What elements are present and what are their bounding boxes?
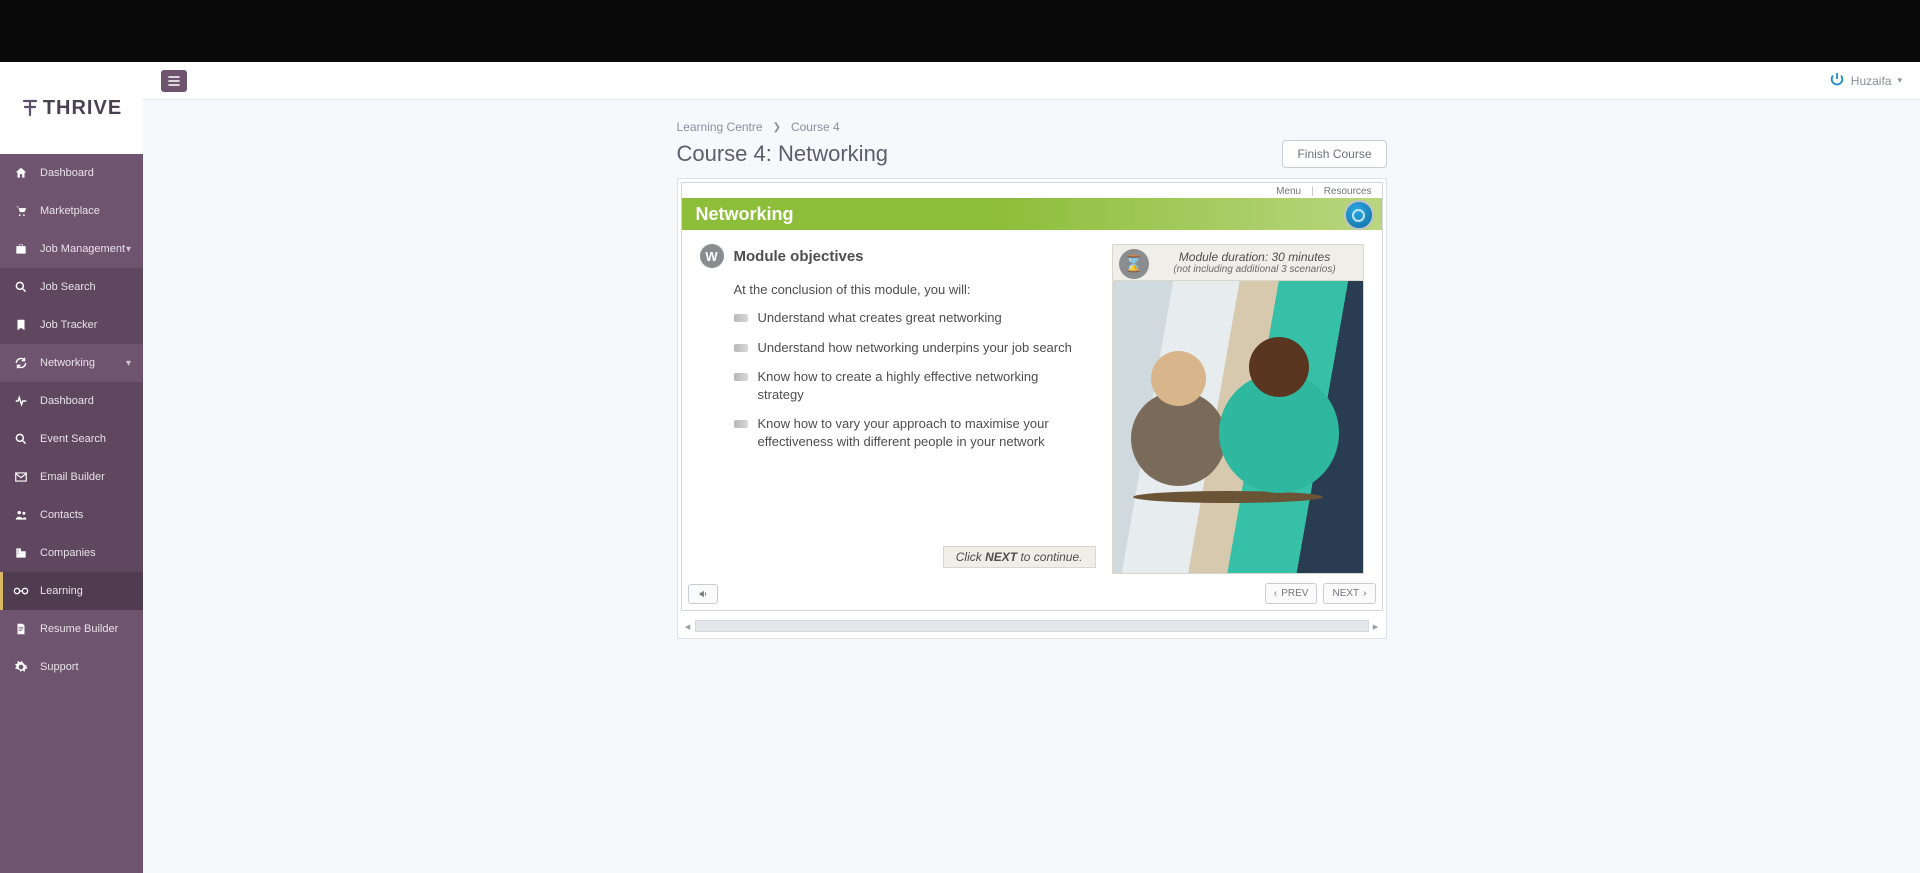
- mail-icon: [12, 468, 30, 486]
- hamburger-icon: [168, 76, 180, 86]
- sidebar-item-contacts[interactable]: Contacts: [0, 496, 143, 534]
- course-player-frame: Menu | Resources Networking W Module obj…: [677, 178, 1387, 639]
- module-title: Module objectives: [734, 248, 864, 265]
- breadcrumb: Learning Centre ❯ Course 4: [677, 120, 1387, 134]
- sidebar-toggle-button[interactable]: [161, 70, 187, 92]
- sidebar-item-learning[interactable]: Learning: [0, 572, 143, 610]
- objective-item: Understand how networking underpins your…: [734, 339, 1088, 357]
- sidebar-item-label: Job Tracker: [40, 319, 97, 331]
- sidebar-item-label: Networking: [40, 357, 95, 369]
- cog-icon: [12, 658, 30, 676]
- hourglass-icon: ⌛: [1119, 249, 1149, 279]
- speaker-icon: [697, 589, 709, 599]
- sidebar-item-label: Contacts: [40, 509, 83, 521]
- cart-icon: [12, 202, 30, 220]
- chevron-down-icon: ▾: [126, 244, 131, 255]
- duration-callout: ⌛ Module duration: 30 minutes (not inclu…: [1112, 244, 1364, 281]
- sidebar-item-companies[interactable]: Companies: [0, 534, 143, 572]
- page-title: Course 4: Networking: [677, 141, 889, 167]
- chevron-down-icon: ▾: [126, 358, 131, 369]
- objectives-list: Understand what creates great networking…: [734, 309, 1088, 450]
- sidebar-item-label: Dashboard: [40, 395, 94, 407]
- power-icon: [1829, 71, 1845, 90]
- sidebar-item-label: Event Search: [40, 433, 106, 445]
- sidebar-item-label: Dashboard: [40, 167, 94, 179]
- module-badge-icon: W: [700, 244, 724, 268]
- user-menu[interactable]: Huzaifa ▾: [1829, 71, 1902, 90]
- brand-text: THRIVE: [43, 97, 122, 120]
- chevron-left-icon: ‹: [1274, 588, 1277, 599]
- caret-down-icon: ▾: [1897, 75, 1902, 86]
- next-hint: Click NEXT to continue.: [943, 546, 1096, 568]
- pulse-icon: [12, 392, 30, 410]
- objective-item: Understand what creates great networking: [734, 309, 1088, 327]
- search-icon: [12, 278, 30, 296]
- breadcrumb-leaf: Course 4: [791, 120, 840, 134]
- sidebar-item-job-search[interactable]: Job Search: [0, 268, 143, 306]
- player-banner: Networking: [682, 198, 1382, 230]
- sidebar-item-event-search[interactable]: Event Search: [0, 420, 143, 458]
- compass-icon[interactable]: [1344, 200, 1374, 230]
- sidebar-item-job-management[interactable]: Job Management ▾: [0, 230, 143, 268]
- duration-line-1: Module duration: 30 minutes: [1157, 250, 1353, 264]
- sidebar-item-label: Email Builder: [40, 471, 105, 483]
- bookmark-icon: [12, 316, 30, 334]
- sidebar-item-networking[interactable]: Networking ▾: [0, 344, 143, 382]
- objective-item: Know how to vary your approach to maximi…: [734, 415, 1088, 450]
- sidebar-item-resume-builder[interactable]: Resume Builder: [0, 610, 143, 648]
- sidebar-item-label: Support: [40, 661, 79, 673]
- player-menu-link[interactable]: Menu: [1276, 186, 1301, 197]
- breadcrumb-root[interactable]: Learning Centre: [677, 120, 763, 134]
- people-icon: [12, 506, 30, 524]
- sidebar-item-marketplace[interactable]: Marketplace: [0, 192, 143, 230]
- sidebar-item-job-tracker[interactable]: Job Tracker: [0, 306, 143, 344]
- objective-item: Know how to create a highly effective ne…: [734, 368, 1088, 403]
- horizontal-scrollbar[interactable]: ◂ ▸: [681, 617, 1383, 635]
- audio-toggle-button[interactable]: [688, 584, 718, 604]
- search-icon: [12, 430, 30, 448]
- sidebar-item-networking-dashboard[interactable]: Dashboard: [0, 382, 143, 420]
- brand-logo: THRIVE: [0, 62, 143, 154]
- topbar: Huzaifa ▾: [143, 62, 1920, 100]
- sidebar-item-email-builder[interactable]: Email Builder: [0, 458, 143, 496]
- scroll-right-icon[interactable]: ▸: [1369, 620, 1383, 633]
- scroll-left-icon[interactable]: ◂: [681, 620, 695, 633]
- module-intro: At the conclusion of this module, you wi…: [734, 282, 1088, 297]
- next-button[interactable]: NEXT ›: [1323, 583, 1375, 604]
- player-top-links: Menu | Resources: [682, 183, 1382, 198]
- top-black-bar: [0, 0, 1920, 62]
- module-photo: [1112, 281, 1364, 574]
- divider: |: [1311, 186, 1314, 197]
- sidebar-item-label: Resume Builder: [40, 623, 118, 635]
- chevron-right-icon: ❯: [773, 122, 781, 133]
- sidebar-item-label: Learning: [40, 585, 83, 597]
- sidebar-item-support[interactable]: Support: [0, 648, 143, 686]
- learning-icon: [12, 582, 30, 600]
- briefcase-icon: [12, 240, 30, 258]
- refresh-icon: [12, 354, 30, 372]
- company-icon: [12, 544, 30, 562]
- finish-course-button[interactable]: Finish Course: [1282, 140, 1386, 168]
- sidebar-nav: Dashboard Marketplace Job Management ▾: [0, 154, 143, 873]
- scroll-track[interactable]: [695, 620, 1369, 632]
- duration-line-2: (not including additional 3 scenarios): [1157, 264, 1353, 275]
- prev-button[interactable]: ‹ PREV: [1265, 583, 1318, 604]
- player-resources-link[interactable]: Resources: [1324, 186, 1372, 197]
- doc-icon: [12, 620, 30, 638]
- user-name: Huzaifa: [1851, 74, 1892, 88]
- sidebar: THRIVE Dashboard Marketplace Job Managem…: [0, 62, 143, 873]
- thrive-mark-icon: [21, 98, 39, 118]
- chevron-right-icon: ›: [1363, 588, 1366, 599]
- sidebar-item-label: Job Search: [40, 281, 96, 293]
- sidebar-item-dashboard[interactable]: Dashboard: [0, 154, 143, 192]
- sidebar-item-label: Job Management: [40, 243, 125, 255]
- player-banner-title: Networking: [696, 204, 794, 225]
- home-icon: [12, 164, 30, 182]
- sidebar-item-label: Companies: [40, 547, 96, 559]
- sidebar-item-label: Marketplace: [40, 205, 100, 217]
